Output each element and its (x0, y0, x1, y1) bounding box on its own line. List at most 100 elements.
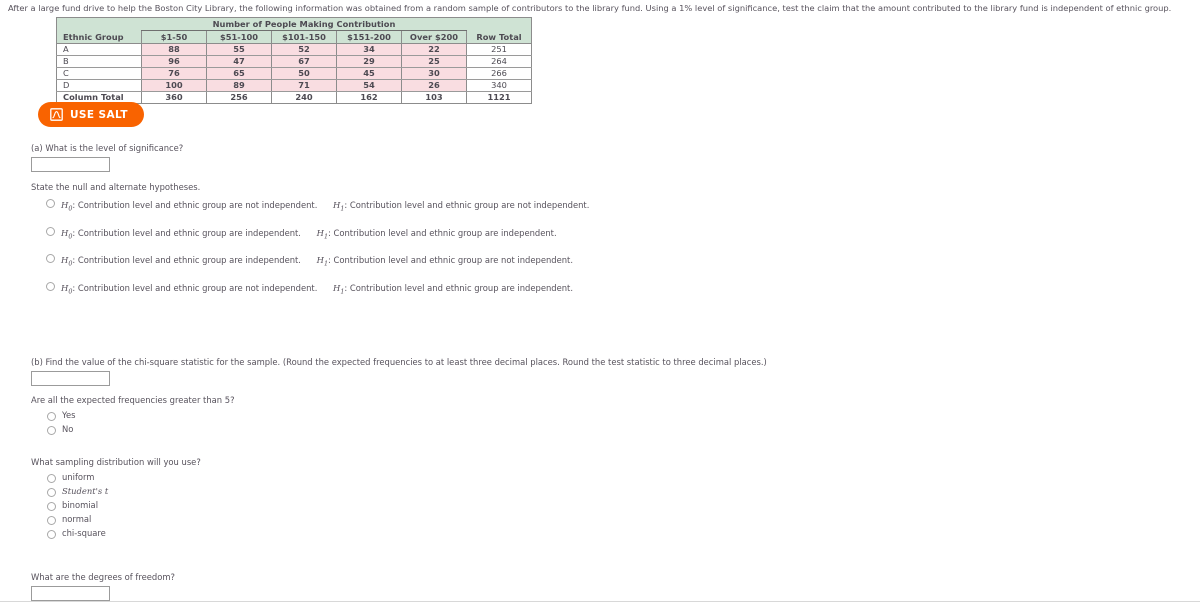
problem-statement: After a large fund drive to help the Bos… (8, 3, 1172, 13)
question-a-block: (a) What is the level of significance? (31, 143, 183, 172)
sampling-distribution-option-list: uniform Student's t binomial normal chi-… (31, 472, 201, 539)
table-body: A 88 55 52 34 22 251 B 96 47 67 29 25 26… (56, 43, 532, 104)
hypotheses-option-1-h0: H0: Contribution level and ethnic group … (61, 200, 318, 213)
sampling-distribution-option-uniform[interactable]: uniform (47, 472, 201, 483)
degrees-of-freedom-label: What are the degrees of freedom? (31, 572, 175, 582)
cell-a-2: 52 (271, 43, 337, 56)
expected-frequencies-block: Are all the expected frequencies greater… (31, 395, 235, 438)
cell-c-0: 76 (141, 67, 207, 80)
cell-d-1: 89 (206, 79, 272, 92)
header-ethnic-group: Ethnic Group (56, 30, 142, 44)
column-total-3: 162 (336, 91, 402, 104)
radio-icon[interactable] (47, 412, 56, 421)
radio-icon[interactable] (47, 426, 56, 435)
hypotheses-option-4[interactable]: H0: Contribution level and ethnic group … (46, 280, 589, 300)
hypotheses-option-4-h1-text: : Contribution level and ethnic group ar… (344, 283, 574, 294)
question-b-label: (b) Find the value of the chi-square sta… (31, 357, 767, 367)
contingency-table: Number of People Making Contribution Eth… (56, 17, 532, 104)
cell-b-3: 29 (336, 55, 402, 68)
sampling-distribution-option-normal[interactable]: normal (47, 514, 201, 525)
group-header-spacer-right (466, 17, 532, 31)
hypotheses-option-2-h1: H1: Contribution level and ethnic group … (304, 227, 557, 241)
cell-a-3: 34 (336, 43, 402, 56)
sampling-distribution-prompt: What sampling distribution will you use? (31, 457, 201, 467)
expected-frequencies-option-yes[interactable]: Yes (47, 410, 235, 421)
column-total-0: 360 (141, 91, 207, 104)
header-col-4: Over $200 (401, 30, 467, 44)
hypotheses-option-3-h0: H0: Contribution level and ethnic group … (61, 255, 301, 268)
hypotheses-option-3[interactable]: H0: Contribution level and ethnic group … (46, 252, 589, 272)
radio-icon[interactable] (46, 226, 55, 236)
use-salt-label: USE SALT (70, 108, 128, 121)
hypotheses-option-2-h1-text: : Contribution level and ethnic group ar… (328, 227, 557, 238)
radio-icon[interactable] (47, 516, 56, 525)
sampling-distribution-option-normal-label: normal (62, 514, 92, 524)
table-row: A 88 55 52 34 22 251 (56, 43, 532, 56)
row-label-a: A (56, 43, 142, 56)
level-of-significance-input[interactable] (31, 157, 110, 172)
group-header-label: Number of People Making Contribution (141, 17, 467, 31)
expected-frequencies-option-no-label: No (62, 424, 74, 434)
cell-b-1: 47 (206, 55, 272, 68)
degrees-of-freedom-input[interactable] (31, 586, 110, 601)
row-total-b: 264 (466, 55, 532, 68)
cell-c-4: 30 (401, 67, 467, 80)
sampling-distribution-option-chi-square-label: chi-square (62, 528, 106, 538)
hypotheses-option-list: H0: Contribution level and ethnic group … (31, 197, 589, 300)
radio-icon[interactable] (46, 282, 55, 292)
hypotheses-option-4-h0: H0: Contribution level and ethnic group … (61, 283, 318, 296)
radio-icon[interactable] (47, 474, 56, 483)
table-row: C 76 65 50 45 30 266 (56, 67, 532, 80)
expected-frequencies-option-no[interactable]: No (47, 424, 235, 435)
column-total-1: 256 (206, 91, 272, 104)
hypotheses-option-1[interactable]: H0: Contribution level and ethnic group … (46, 197, 589, 217)
hypotheses-option-4-h1: H1: Contribution level and ethnic group … (320, 283, 574, 296)
row-label-c: C (56, 67, 142, 80)
sampling-distribution-option-students-t[interactable]: Student's t (47, 486, 201, 497)
distribution-curve-icon (50, 108, 63, 121)
contingency-table-wrapper: Number of People Making Contribution Eth… (56, 17, 532, 104)
cell-d-2: 71 (271, 79, 337, 92)
radio-icon[interactable] (47, 488, 56, 497)
hypotheses-option-2-h0: H0: Contribution level and ethnic group … (61, 227, 301, 241)
h1-symbol: H (316, 255, 324, 266)
column-total-2: 240 (271, 91, 337, 104)
hypotheses-option-1-h0-text: : Contribution level and ethnic group ar… (72, 200, 318, 210)
cell-a-0: 88 (141, 43, 207, 56)
hypotheses-option-1-h1: H1: Contribution level and ethnic group … (320, 200, 590, 213)
expected-frequencies-option-list: Yes No (31, 410, 235, 435)
hypotheses-option-3-h1: H1: Contribution level and ethnic group … (304, 255, 574, 268)
cell-b-0: 96 (141, 55, 207, 68)
radio-icon[interactable] (46, 199, 55, 208)
degrees-of-freedom-block: What are the degrees of freedom? (31, 572, 175, 601)
hypotheses-option-1-h1-text: : Contribution level and ethnic group ar… (344, 200, 590, 210)
grand-total: 1121 (466, 91, 532, 104)
header-col-3: $151-200 (336, 30, 402, 44)
question-b-block: (b) Find the value of the chi-square sta… (31, 357, 767, 386)
header-col-0: $1-50 (141, 30, 207, 44)
table-group-header-row: Number of People Making Contribution (56, 17, 532, 31)
hypotheses-option-3-h1-text: : Contribution level and ethnic group ar… (328, 255, 574, 266)
expected-frequencies-prompt: Are all the expected frequencies greater… (31, 395, 235, 405)
sampling-distribution-option-students-t-label: Student's t (62, 486, 109, 496)
radio-icon[interactable] (47, 530, 56, 539)
cell-c-3: 45 (336, 67, 402, 80)
hypotheses-option-2[interactable]: H0: Contribution level and ethnic group … (46, 225, 589, 245)
radio-icon[interactable] (46, 254, 55, 264)
hypotheses-option-2-h0-text: : Contribution level and ethnic group ar… (72, 227, 301, 238)
sampling-distribution-option-chi-square[interactable]: chi-square (47, 528, 201, 539)
hypotheses-option-3-h0-text: : Contribution level and ethnic group ar… (72, 255, 301, 266)
use-salt-button[interactable]: USE SALT (38, 102, 144, 127)
sampling-distribution-option-binomial[interactable]: binomial (47, 500, 201, 511)
cell-d-3: 54 (336, 79, 402, 92)
cell-a-1: 55 (206, 43, 272, 56)
radio-icon[interactable] (47, 502, 56, 511)
row-total-c: 266 (466, 67, 532, 80)
sampling-distribution-block: What sampling distribution will you use?… (31, 457, 201, 542)
sampling-distribution-option-binomial-label: binomial (62, 500, 99, 510)
h1-symbol: H (316, 227, 324, 238)
cell-d-0: 100 (141, 79, 207, 92)
table-row: D 100 89 71 54 26 340 (56, 79, 532, 92)
hypotheses-option-4-h0-text: : Contribution level and ethnic group ar… (72, 283, 318, 294)
chi-square-statistic-input[interactable] (31, 371, 110, 386)
